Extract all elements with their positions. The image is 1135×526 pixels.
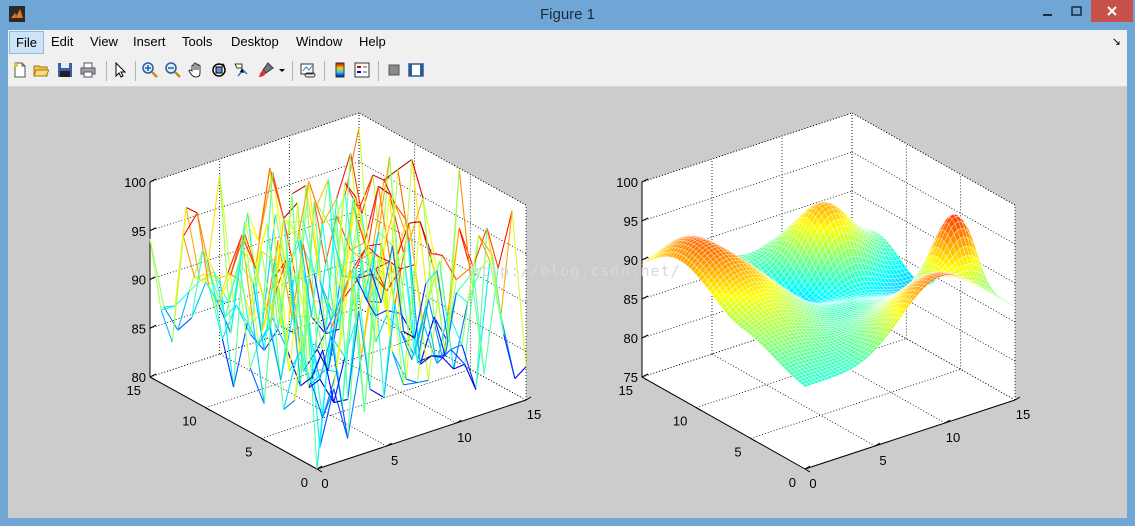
z-tick-label: 80 [132,370,146,385]
x-tick [1014,396,1021,401]
arrow-icon[interactable]: ↘ [1112,35,1121,48]
menu-window[interactable]: Window [296,34,342,49]
x-tick-label: 10 [457,430,471,445]
x-tick-label: 10 [946,430,960,445]
y-tick-label: 0 [789,475,796,490]
surface-plot-axes: 0510150510157580859095100 [616,112,1030,491]
z-tick-label: 95 [132,224,146,239]
plots-layer: 0510150510158085909510005101505101575808… [124,112,1030,491]
rotate-3d-icon[interactable] [211,62,227,78]
close-button[interactable] [1091,0,1133,22]
open-file-icon[interactable] [33,62,49,78]
window-title: Figure 1 [539,6,596,23]
menu-edit[interactable]: Edit [51,34,73,49]
toolbar-separator [378,61,379,81]
insert-legend-icon[interactable] [354,62,370,78]
maximize-icon [1071,6,1082,16]
x-tick-label: 5 [879,453,886,468]
x-tick-label: 5 [391,453,398,468]
toolbar-separator [292,61,293,81]
z-tick-label: 100 [616,175,638,190]
z-tick-label: 95 [624,214,638,229]
toolbar-separator [324,61,325,81]
y-tick-label: 10 [182,414,196,429]
hide-plot-tools-icon[interactable] [386,62,402,78]
edit-plot-icon[interactable] [112,62,128,78]
menu-bar: File Edit View Insert Tools Desktop Wind… [8,30,1127,56]
menu-file[interactable]: File [9,31,44,54]
z-tick-label: 90 [132,273,146,288]
link-plot-icon[interactable] [300,62,316,78]
toolbar-separator [106,61,107,81]
figure-toolbar [8,56,1127,87]
maximize-button[interactable] [1063,0,1091,22]
x-tick-label: 15 [1016,407,1030,422]
y-tick-label: 15 [619,383,633,398]
mesh-plot-axes: 05101505101580859095100 [124,112,541,491]
menu-help[interactable]: Help [359,34,386,49]
title-bar[interactable]: Figure 1 [0,0,1135,30]
z-tick-label: 100 [124,175,146,190]
menu-view[interactable]: View [90,34,118,49]
y-tick-label: 5 [734,444,741,459]
y-tick [316,468,323,473]
minimize-button[interactable] [1033,0,1063,22]
z-tick-label: 75 [624,370,638,385]
menu-desktop[interactable]: Desktop [231,34,279,49]
x-tick-label: 15 [527,407,541,422]
figure-window: Figure 1 File Edit View Insert Tools Des… [0,0,1135,526]
menu-insert[interactable]: Insert [133,34,166,49]
z-tick-label: 85 [132,321,146,336]
x-tick-label: 0 [321,476,328,491]
pan-icon[interactable] [188,62,204,78]
show-plot-tools-icon[interactable] [408,62,424,78]
brush-dropdown-icon[interactable] [278,62,286,78]
y-tick [804,468,811,473]
x-tick-label: 0 [809,476,816,491]
insert-colorbar-icon[interactable] [332,62,348,78]
data-cursor-icon[interactable] [234,62,250,78]
zoom-out-icon[interactable] [165,62,181,78]
new-figure-icon[interactable] [12,62,28,78]
y-tick-label: 10 [673,414,687,429]
y-tick-label: 0 [301,475,308,490]
brush-icon[interactable] [258,62,274,78]
save-icon[interactable] [57,62,73,78]
toolbar-separator [135,61,136,81]
zoom-in-icon[interactable] [142,62,158,78]
watermark-text: http://blog.csdn.net/ [470,262,681,280]
minimize-icon [1043,14,1052,16]
menu-tools[interactable]: Tools [182,34,212,49]
x-tick [525,396,532,401]
z-tick-label: 85 [624,292,638,307]
close-icon [1107,6,1117,16]
z-tick-label: 80 [624,331,638,346]
print-icon[interactable] [80,62,96,78]
y-tick-label: 5 [245,444,252,459]
y-tick-label: 15 [127,383,141,398]
